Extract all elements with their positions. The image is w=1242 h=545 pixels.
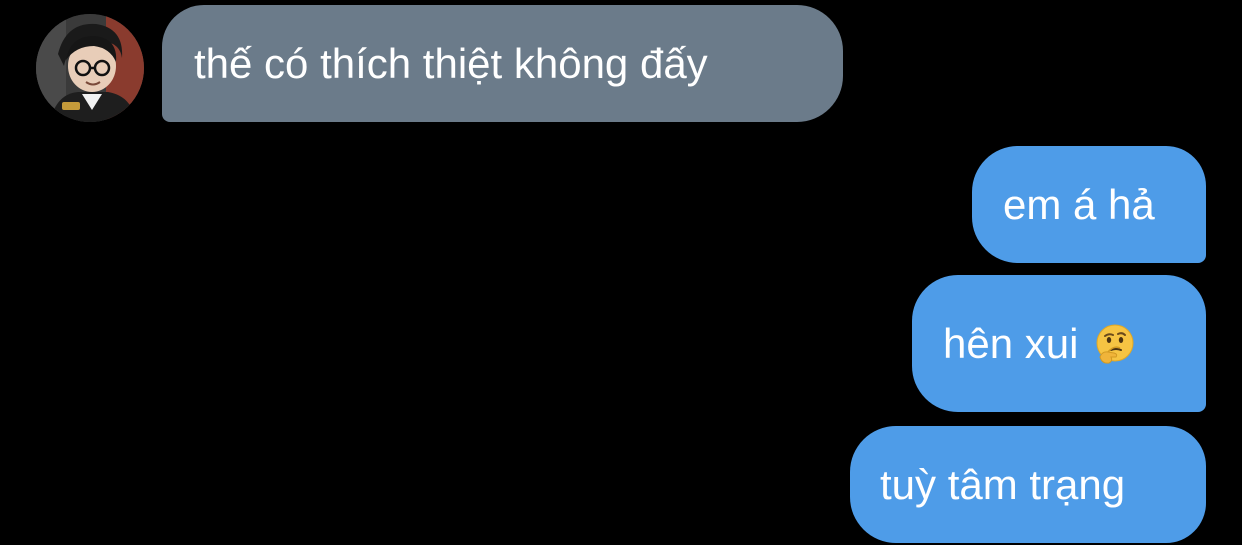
sender-avatar[interactable] [36, 14, 144, 122]
message-text: hên xui [943, 319, 1079, 367]
thinking-face-icon [1094, 323, 1136, 365]
message-text: em á hả [1003, 180, 1155, 228]
outgoing-message-bubble[interactable]: hên xui [912, 275, 1206, 412]
message-text: thế có thích thiệt không đấy [194, 39, 708, 87]
outgoing-message-bubble[interactable]: em á hả [972, 146, 1206, 263]
message-text: tuỳ tâm trạng [880, 460, 1126, 508]
incoming-message-bubble[interactable]: thế có thích thiệt không đấy [162, 5, 843, 122]
chat-thread: thế có thích thiệt không đấy em á hả hên… [0, 0, 1242, 545]
outgoing-message-bubble[interactable]: tuỳ tâm trạng [850, 426, 1206, 543]
profile-photo-icon [36, 14, 144, 122]
